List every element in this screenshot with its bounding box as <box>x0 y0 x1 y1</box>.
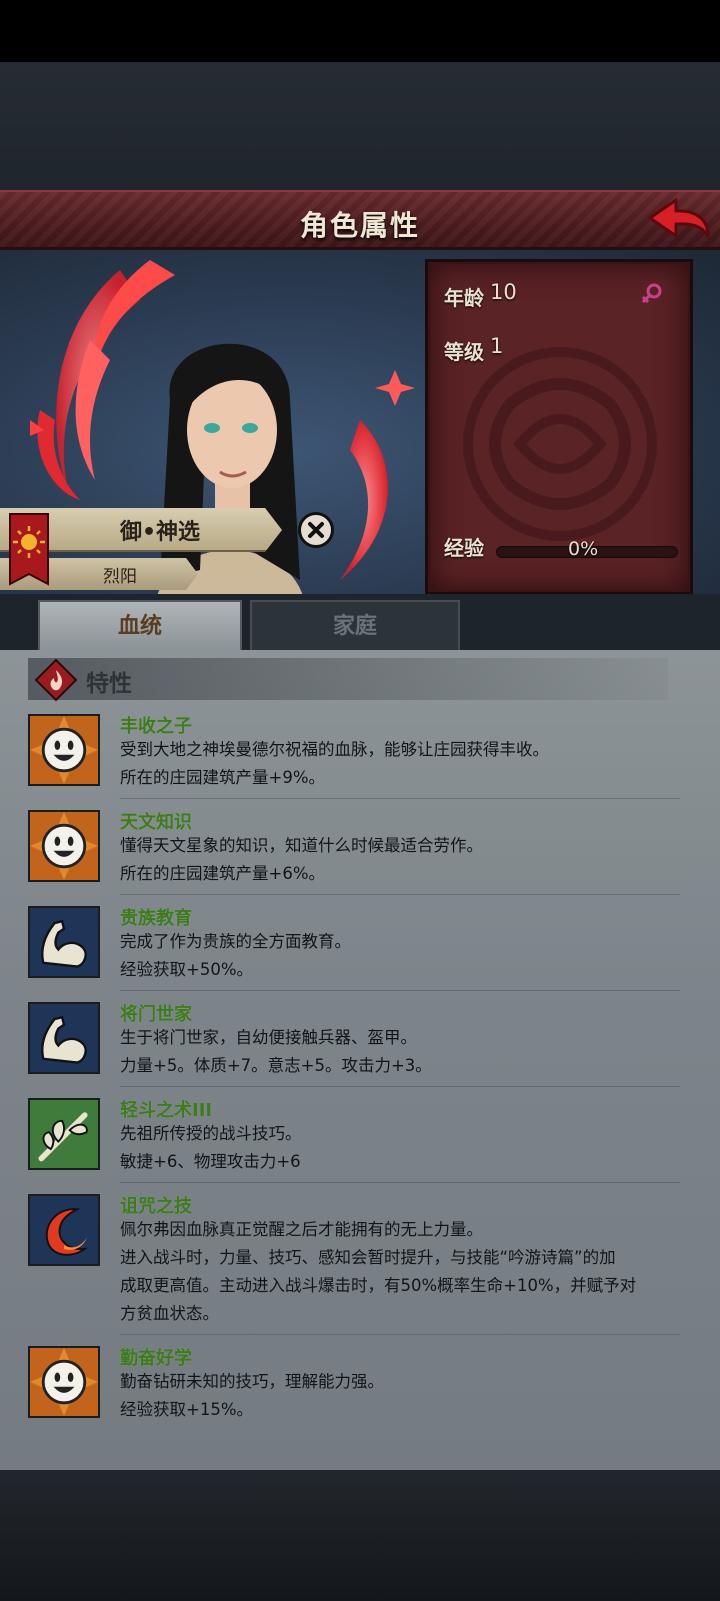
trait-effect: 进入战斗时，力量、技巧、感知会暂时提升，与技能“吟游诗篇”的加 <box>120 1248 616 1267</box>
xp-value: 0% <box>568 538 599 560</box>
remove-title-button[interactable] <box>298 512 334 548</box>
trait-name: 天文知识 <box>120 812 192 833</box>
trait-description: 勤奋钻研未知的技巧，理解能力强。 <box>120 1372 384 1391</box>
divider <box>120 798 680 799</box>
trait-description: 懂得天文星象的知识，知道什么时候最适合劳作。 <box>120 836 483 855</box>
stats-panel: 年龄 10 等级 1 经验 0% <box>428 262 690 592</box>
tab-family[interactable]: 家庭 <box>250 600 460 650</box>
status-bar-area <box>0 0 720 62</box>
character-title: 御•神选 <box>119 520 201 545</box>
age-value: 10 <box>490 280 517 304</box>
age-label: 年龄 <box>444 286 484 310</box>
section-header: 特性 <box>28 658 668 702</box>
trait-effect: 方贫血状态。 <box>120 1304 219 1323</box>
level-label: 等级 <box>444 340 484 364</box>
traits-list[interactable]: 特性 丰收之子 受到大地之神埃曼德尔祝福的血脉，能够让庄园获得丰收。 所在的庄园… <box>0 650 720 1470</box>
smiley-face-icon <box>28 714 100 786</box>
celtic-knot-icon <box>463 347 657 541</box>
trait-name: 将门世家 <box>120 1004 192 1025</box>
trait-effect: 经验获取+15%。 <box>120 1400 253 1419</box>
trait-name: 轻斗之术III <box>120 1100 213 1121</box>
trait-effect: 经验获取+50%。 <box>120 960 253 979</box>
smiley-face-icon <box>28 810 100 882</box>
divider <box>120 1086 680 1087</box>
bottom-background <box>0 1470 720 1601</box>
trait-effect: 成取更高值。主动进入战斗爆击时，有50%概率生命+10%，并赋予对 <box>120 1276 637 1295</box>
trait-name: 诅咒之技 <box>120 1196 192 1217</box>
back-button[interactable] <box>646 196 712 248</box>
flexed-arm-icon <box>28 906 100 978</box>
back-arrow-icon <box>648 198 710 238</box>
character-portrait <box>30 260 415 650</box>
trait-description: 生于将门世家，自幼便接触兵器、盔甲。 <box>120 1028 417 1047</box>
trait-name: 勤奋好学 <box>120 1348 192 1369</box>
trait-name: 贵族教育 <box>120 908 192 929</box>
close-icon <box>308 522 324 538</box>
background <box>0 62 720 192</box>
trait-effect: 力量+5。体质+7。意志+5。攻击力+3。 <box>120 1056 432 1075</box>
character-subtitle: 烈阳 <box>103 567 137 587</box>
trait-description: 受到大地之神埃曼德尔祝福的血脉，能够让庄园获得丰收。 <box>120 740 549 759</box>
flame-diamond-icon <box>34 658 78 702</box>
header-bar: 角色属性 <box>0 190 720 250</box>
trait-description: 先祖所传授的战斗技巧。 <box>120 1124 302 1143</box>
divider <box>120 990 680 991</box>
page-title: 角色属性 <box>299 209 420 242</box>
trait-description: 佩尔弗因血脉真正觉醒之后才能拥有的无上力量。 <box>120 1220 483 1239</box>
leaf-branch-icon <box>28 1098 100 1170</box>
tab-bloodline[interactable]: 血统 <box>38 600 242 650</box>
divider <box>120 1334 680 1335</box>
divider <box>120 1182 680 1183</box>
trait-description: 完成了作为贵族的全方面教育。 <box>120 932 351 951</box>
trait-effect: 所在的庄园建筑产量+6%。 <box>120 864 326 883</box>
level-value: 1 <box>490 334 504 358</box>
trait-effect: 敏捷+6、物理攻击力+6 <box>120 1152 301 1171</box>
smiley-face-icon <box>28 1346 100 1418</box>
trait-effect: 所在的庄园建筑产量+9%。 <box>120 768 326 787</box>
section-title: 特性 <box>86 671 132 697</box>
female-symbol-icon <box>641 283 662 304</box>
sun-flag-icon <box>9 513 49 586</box>
xp-label: 经验 <box>444 536 484 560</box>
crescent-moon-icon <box>28 1194 100 1266</box>
divider <box>120 894 680 895</box>
flexed-arm-icon <box>28 1002 100 1074</box>
trait-name: 丰收之子 <box>120 716 192 737</box>
